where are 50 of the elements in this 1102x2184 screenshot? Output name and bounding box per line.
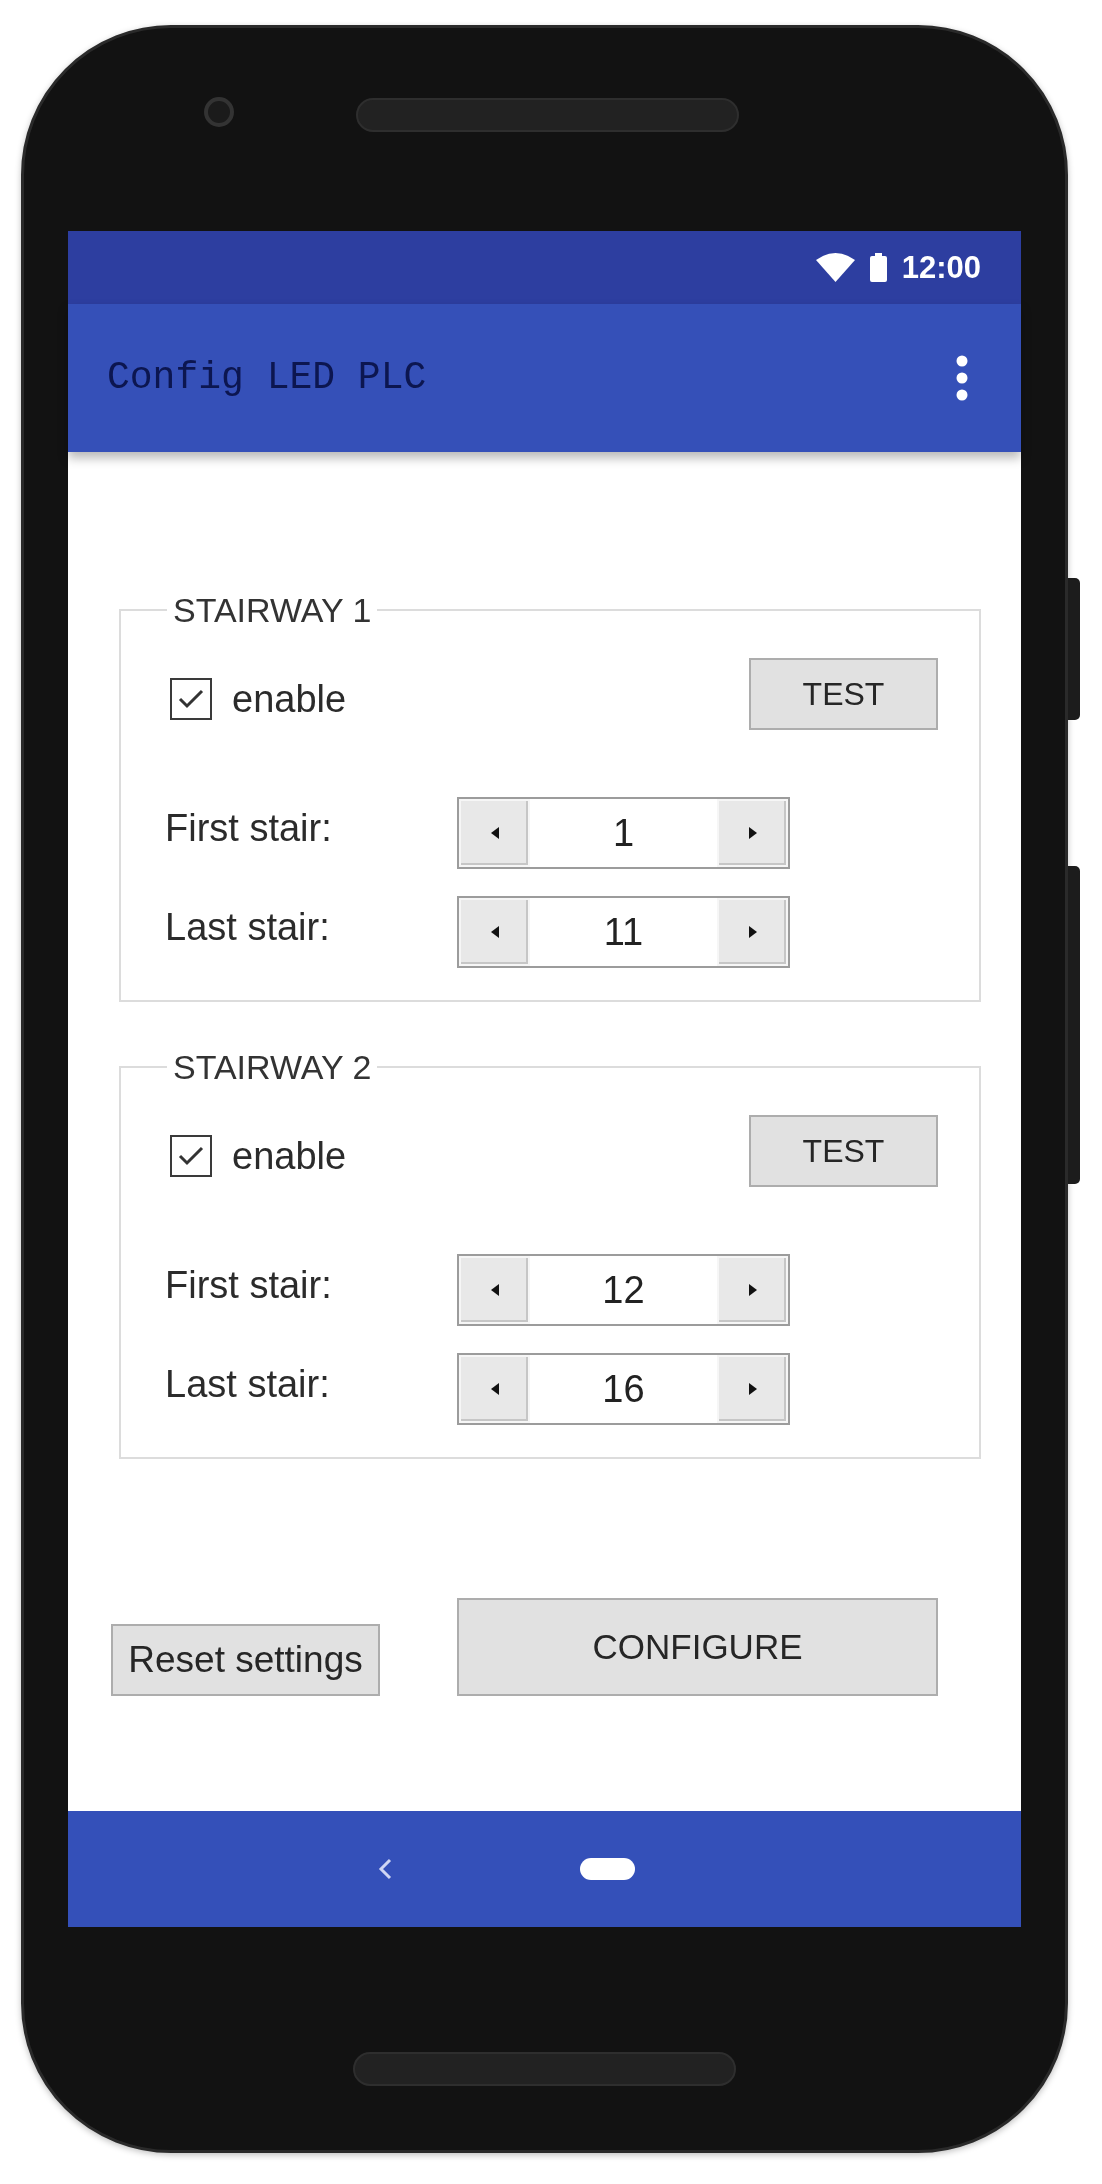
left-triangle-icon (490, 926, 499, 938)
side-button[interactable] (1068, 866, 1080, 1184)
increment-button[interactable] (717, 1355, 788, 1423)
app-title: Config LED PLC (107, 356, 427, 400)
value-field[interactable]: 11 (530, 898, 717, 966)
side-button[interactable] (1068, 578, 1080, 720)
decrement-button[interactable] (459, 898, 530, 966)
increment-button[interactable] (717, 898, 788, 966)
value-field[interactable]: 16 (530, 1355, 717, 1423)
field-label: First stair: (165, 1263, 332, 1307)
wifi-icon (815, 253, 855, 282)
more-vertical-icon[interactable] (956, 355, 968, 401)
increment-button[interactable] (717, 1256, 788, 1324)
right-triangle-icon (748, 926, 757, 938)
right-triangle-icon (748, 1383, 757, 1395)
decrement-button[interactable] (459, 1256, 530, 1324)
status-time: 12:00 (901, 249, 981, 286)
number-spinner[interactable]: 12 (457, 1254, 790, 1326)
right-triangle-icon (748, 827, 757, 839)
number-spinner[interactable]: 11 (457, 896, 790, 968)
back-icon[interactable] (378, 1858, 392, 1880)
decrement-button[interactable] (459, 1355, 530, 1423)
field-label: Last stair: (165, 1362, 330, 1406)
number-spinner[interactable]: 16 (457, 1353, 790, 1425)
value-field[interactable]: 1 (530, 799, 717, 867)
check-icon (178, 1146, 204, 1166)
front-camera (204, 97, 234, 127)
value-field[interactable]: 12 (530, 1256, 717, 1324)
left-triangle-icon (490, 1383, 499, 1395)
number-spinner[interactable]: 1 (457, 797, 790, 869)
check-icon (178, 689, 204, 709)
home-button[interactable] (580, 1858, 635, 1880)
test-button[interactable]: TEST (749, 1115, 938, 1187)
configure-button[interactable]: CONFIGURE (457, 1598, 938, 1696)
field-label: First stair: (165, 806, 332, 850)
checkbox-label[interactable]: enable (232, 1134, 347, 1178)
reset-settings-button[interactable]: Reset settings (111, 1624, 380, 1696)
battery-icon (869, 253, 887, 282)
checkbox[interactable] (170, 1135, 212, 1177)
group-title: STAIRWAY 2 (172, 1047, 373, 1087)
group-title: STAIRWAY 1 (172, 590, 373, 630)
decrement-button[interactable] (459, 799, 530, 867)
test-button[interactable]: TEST (749, 658, 938, 730)
checkbox-label[interactable]: enable (232, 677, 347, 721)
right-triangle-icon (748, 1284, 757, 1296)
left-triangle-icon (490, 827, 499, 839)
field-label: Last stair: (165, 905, 330, 949)
increment-button[interactable] (717, 799, 788, 867)
checkbox[interactable] (170, 678, 212, 720)
left-triangle-icon (490, 1284, 499, 1296)
